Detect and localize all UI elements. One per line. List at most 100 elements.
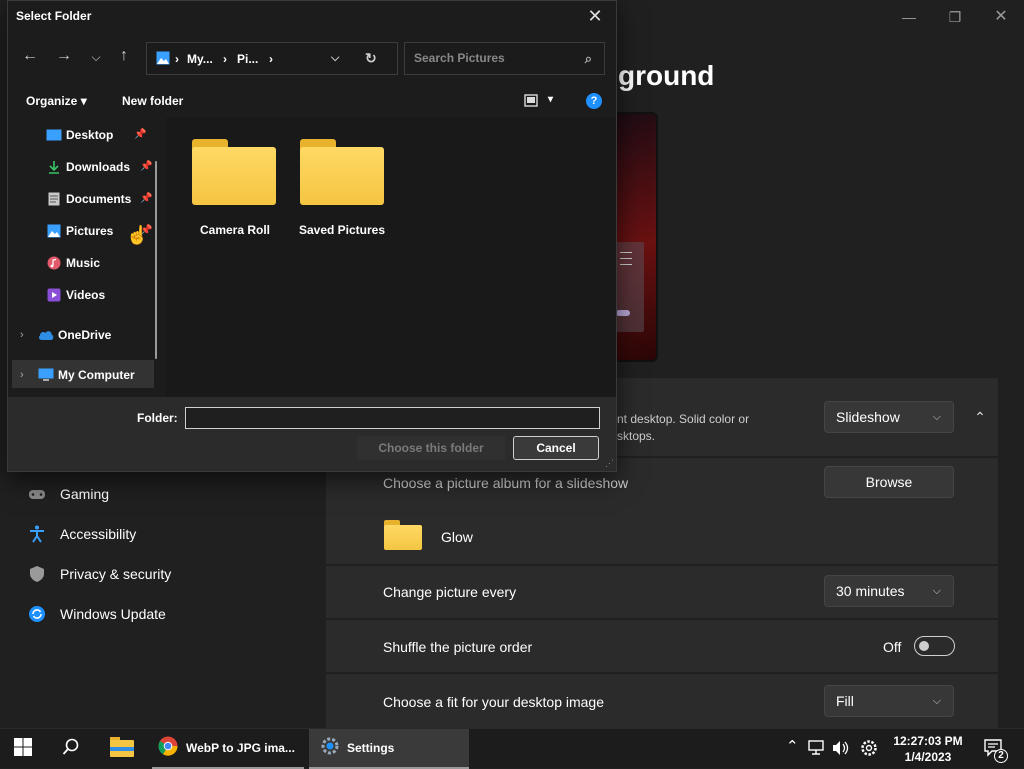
- tree-item-onedrive[interactable]: OneDrive: [38, 325, 111, 345]
- choose-folder-button[interactable]: Choose this folder: [357, 436, 505, 460]
- download-icon: [46, 160, 62, 174]
- settings-gear-icon[interactable]: [860, 739, 878, 761]
- clock-time: 12:27:03 PM: [893, 734, 963, 748]
- breadcrumb-item[interactable]: My...: [187, 52, 213, 66]
- taskbar-item-label: WebP to JPG ima...: [186, 741, 295, 755]
- pin-icon[interactable]: 📌: [140, 193, 152, 204]
- tree-item-my-computer[interactable]: My Computer: [38, 365, 135, 385]
- tree-item-downloads[interactable]: Downloads: [46, 157, 130, 177]
- resize-grip-icon[interactable]: ⋰: [605, 458, 614, 469]
- show-hidden-icons-chevron-icon[interactable]: ⌃: [786, 737, 799, 755]
- change-every-dropdown[interactable]: 30 minutes ⌵: [824, 575, 954, 607]
- tree-scrollbar[interactable]: [155, 161, 157, 359]
- search-placeholder: Search Pictures: [414, 51, 505, 65]
- view-dropdown-icon[interactable]: ▾: [548, 94, 553, 105]
- settings-taskbar-item[interactable]: Settings: [309, 729, 469, 769]
- up-arrow-icon[interactable]: ↑: [114, 47, 134, 65]
- dialog-toolbar: Organize ▾ New folder ▾ ?: [8, 85, 616, 117]
- dialog-footer: Folder: Choose this folder Cancel ⋰: [8, 397, 616, 471]
- folder-icon: [384, 520, 422, 550]
- tree-item-videos[interactable]: Videos: [46, 285, 105, 305]
- album-card: Choose a picture album for a slideshow B…: [326, 458, 998, 564]
- fit-label: Choose a fit for your desktop image: [383, 694, 605, 710]
- folder-icon[interactable]: [300, 139, 384, 205]
- nav-item-privacy[interactable]: Privacy & security: [28, 562, 171, 586]
- folder-name[interactable]: Camera Roll: [180, 223, 290, 237]
- collapse-button[interactable]: ⌃: [964, 401, 996, 433]
- folder-icon[interactable]: [192, 139, 276, 205]
- folder-input[interactable]: [185, 407, 600, 429]
- search-input[interactable]: Search Pictures ⌕: [404, 42, 605, 75]
- taskbar-item-label: Settings: [347, 741, 395, 755]
- file-explorer-button[interactable]: [110, 729, 134, 769]
- shuffle-toggle[interactable]: [914, 636, 955, 656]
- expand-chevron-icon[interactable]: ›: [20, 369, 24, 381]
- folder-field-label: Folder:: [137, 411, 178, 425]
- nav-label: Accessibility: [60, 526, 137, 542]
- windows-logo-icon: [14, 737, 32, 761]
- close-button[interactable]: ✕: [978, 4, 1024, 30]
- recent-locations-chevron-icon[interactable]: ⌵: [86, 50, 106, 65]
- breadcrumb-item[interactable]: Pi...: [237, 52, 258, 66]
- nav-label: Privacy & security: [60, 566, 172, 582]
- shuffle-label: Shuffle the picture order: [383, 639, 533, 655]
- cancel-button[interactable]: Cancel: [513, 436, 599, 460]
- maximize-button[interactable]: ❐: [932, 4, 978, 30]
- search-icon: [62, 738, 80, 761]
- help-icon[interactable]: ?: [586, 93, 602, 109]
- forward-arrow-icon[interactable]: →: [54, 47, 74, 65]
- browse-button[interactable]: Browse: [824, 466, 954, 498]
- taskbar: WebP to JPG ima... Settings ⌃ 12:27:03 P…: [0, 728, 1024, 769]
- network-icon[interactable]: [808, 740, 826, 760]
- navigation-tree: Desktop 📌 Downloads 📌 Documents 📌 Pictur…: [8, 117, 166, 397]
- fit-dropdown[interactable]: Fill ⌵: [824, 685, 954, 717]
- change-every-value: 30 minutes: [836, 583, 905, 599]
- expand-chevron-icon[interactable]: ›: [20, 329, 24, 341]
- address-dropdown-icon[interactable]: ⌵: [331, 52, 339, 65]
- album-label: Choose a picture album for a slideshow: [383, 475, 629, 491]
- back-arrow-icon[interactable]: ←: [20, 47, 40, 65]
- tree-item-music[interactable]: Music: [46, 253, 100, 273]
- computer-icon: [38, 368, 54, 382]
- update-icon: [28, 605, 46, 623]
- new-folder-button[interactable]: New folder: [122, 94, 183, 108]
- page-title: ground: [618, 60, 715, 91]
- album-name: Glow: [441, 529, 473, 545]
- tree-item-desktop[interactable]: Desktop: [46, 125, 113, 145]
- view-icon[interactable]: [524, 94, 538, 112]
- tree-item-documents[interactable]: Documents: [46, 189, 131, 209]
- nav-item-gaming[interactable]: Gaming: [28, 482, 109, 506]
- fit-value: Fill: [836, 693, 854, 709]
- pictures-icon: [46, 224, 62, 238]
- gear-icon: [321, 737, 339, 760]
- minimize-button[interactable]: —: [886, 4, 932, 30]
- cloud-icon: [38, 328, 54, 342]
- chevron-down-icon: ⌵: [932, 411, 941, 423]
- system-clock[interactable]: 12:27:03 PM 1/4/2023: [880, 733, 976, 765]
- shuffle-state: Off: [883, 639, 902, 655]
- volume-icon[interactable]: [832, 740, 850, 760]
- refresh-icon[interactable]: ↻: [365, 50, 377, 67]
- fit-card: Choose a fit for your desktop image Fill…: [326, 674, 998, 728]
- chevron-down-icon: ⌵: [932, 695, 941, 707]
- organize-button[interactable]: Organize ▾: [26, 94, 87, 108]
- pin-icon[interactable]: 📌: [140, 161, 152, 172]
- background-type-dropdown[interactable]: Slideshow ⌵: [824, 401, 954, 433]
- search-button[interactable]: [62, 729, 80, 769]
- chrome-taskbar-item[interactable]: WebP to JPG ima...: [152, 729, 304, 769]
- folder-name[interactable]: Saved Pictures: [287, 223, 397, 237]
- clock-date: 1/4/2023: [904, 750, 952, 764]
- pin-icon[interactable]: 📌: [134, 129, 146, 140]
- accessibility-icon: [28, 525, 46, 543]
- dialog-close-button[interactable]: ✕: [580, 3, 610, 29]
- nav-item-accessibility[interactable]: Accessibility: [28, 522, 136, 546]
- nav-item-windows-update[interactable]: Windows Update: [28, 602, 166, 626]
- start-button[interactable]: [14, 729, 32, 769]
- shuffle-card: Shuffle the picture order Off: [326, 620, 998, 672]
- tree-item-pictures[interactable]: Pictures: [46, 221, 113, 241]
- search-icon: ⌕: [584, 51, 592, 66]
- folder-content-pane: Camera Roll Saved Pictures: [166, 117, 616, 397]
- chrome-icon: [158, 736, 178, 761]
- address-bar[interactable]: › My... › Pi... › ⌵ ↻: [146, 42, 398, 75]
- background-desc-line2: sktops.: [617, 429, 656, 443]
